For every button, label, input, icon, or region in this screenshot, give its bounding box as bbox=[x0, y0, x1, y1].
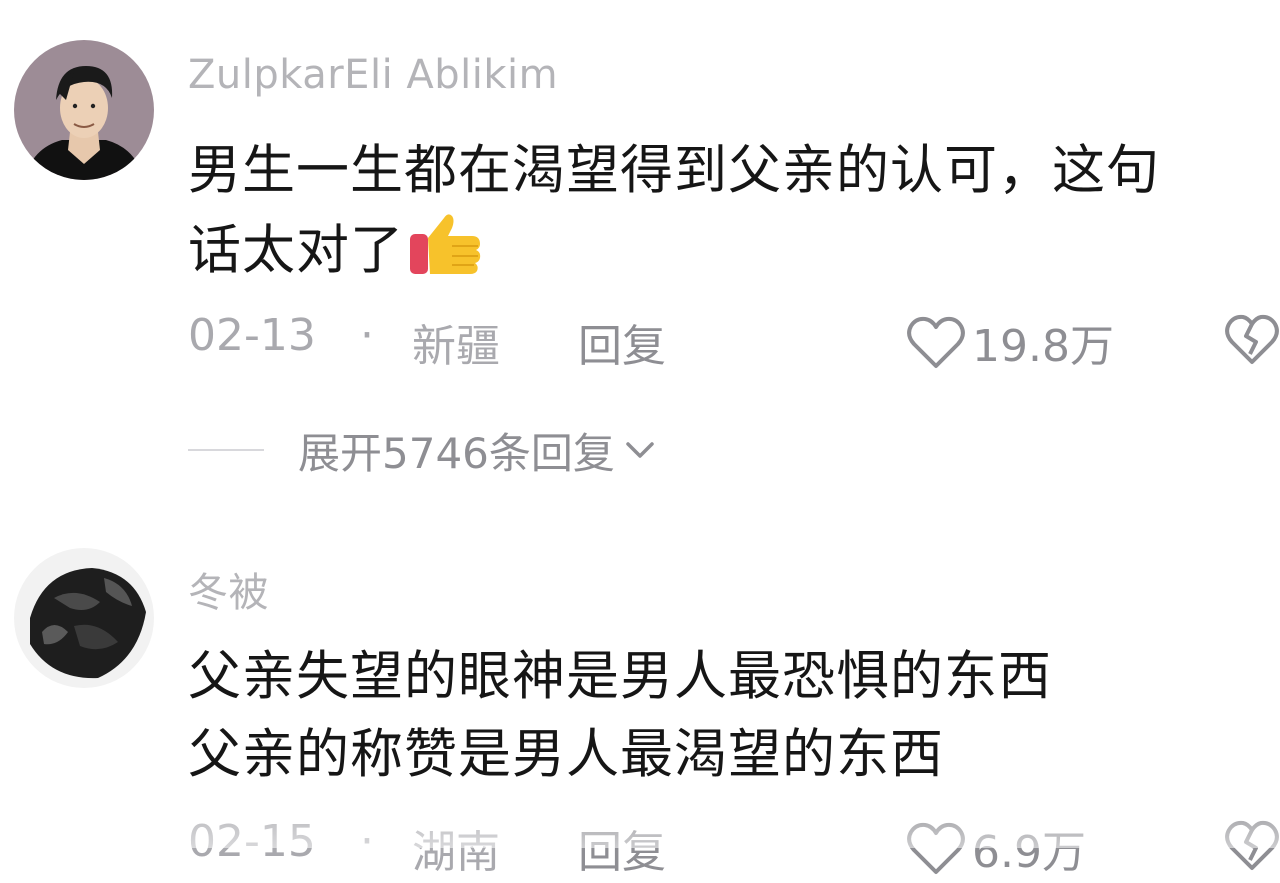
dislike-button[interactable] bbox=[1224, 818, 1280, 883]
comment-location: 新疆 bbox=[412, 321, 500, 372]
meta-separator: · bbox=[360, 310, 374, 361]
comment-item: ZulpkarEli Ablikim 男生一生都在渴望得到父亲的认可，这句 话太… bbox=[0, 0, 1280, 500]
comment-meta: 02-15 · 湖南 回复 6.9万 bbox=[188, 816, 1280, 878]
reply-button[interactable]: 回复 bbox=[578, 310, 666, 374]
comment-meta: 02-13 · 新疆 回复 19.8万 bbox=[188, 310, 1280, 372]
heart-outline-icon bbox=[907, 822, 965, 874]
comment-text: 父亲失望的眼神是男人最恐惧的东西 父亲的称赞是男人最渴望的东西 bbox=[188, 638, 1052, 794]
expand-replies-label: 展开5746条回复 bbox=[298, 428, 615, 478]
comment-item: 冬被 父亲失望的眼神是男人最恐惧的东西 父亲的称赞是男人最渴望的东西 02-15… bbox=[0, 500, 1280, 878]
heart-outline-icon bbox=[907, 316, 965, 368]
reply-button[interactable]: 回复 bbox=[578, 816, 666, 880]
avatar[interactable] bbox=[14, 40, 154, 180]
like-count: 19.8万 bbox=[972, 321, 1114, 372]
comment-location: 湖南 bbox=[412, 827, 500, 878]
chevron-down-icon bbox=[626, 442, 654, 458]
username[interactable]: 冬被 bbox=[188, 560, 269, 618]
comment-date: 02-15 bbox=[188, 816, 316, 867]
comment-date: 02-13 bbox=[188, 310, 316, 361]
divider bbox=[188, 449, 264, 451]
expand-replies-button[interactable]: 展开5746条回复 bbox=[188, 420, 655, 480]
comment-text-line: 话太对了 bbox=[188, 220, 404, 281]
broken-heart-icon bbox=[1225, 820, 1279, 870]
dislike-button[interactable] bbox=[1224, 312, 1280, 377]
thumbs-up-icon bbox=[408, 210, 484, 298]
avatar[interactable] bbox=[14, 548, 154, 688]
comment-text-line-with-emoji: 话太对了 bbox=[188, 210, 1160, 298]
comment-text-line: 男生一生都在渴望得到父亲的认可，这句 bbox=[188, 140, 1160, 201]
comment-text-line: 父亲的称赞是男人最渴望的东西 bbox=[188, 724, 944, 785]
meta-separator: · bbox=[360, 816, 374, 867]
broken-heart-icon bbox=[1225, 314, 1279, 364]
comment-text: 男生一生都在渴望得到父亲的认可，这句 话太对了 bbox=[188, 132, 1160, 298]
like-button[interactable]: 19.8万 bbox=[906, 310, 1114, 374]
comment-text-line: 父亲失望的眼神是男人最恐惧的东西 bbox=[188, 646, 1052, 707]
like-count: 6.9万 bbox=[972, 827, 1086, 878]
username[interactable]: ZulpkarEli Ablikim bbox=[188, 52, 558, 98]
like-button[interactable]: 6.9万 bbox=[906, 816, 1086, 880]
